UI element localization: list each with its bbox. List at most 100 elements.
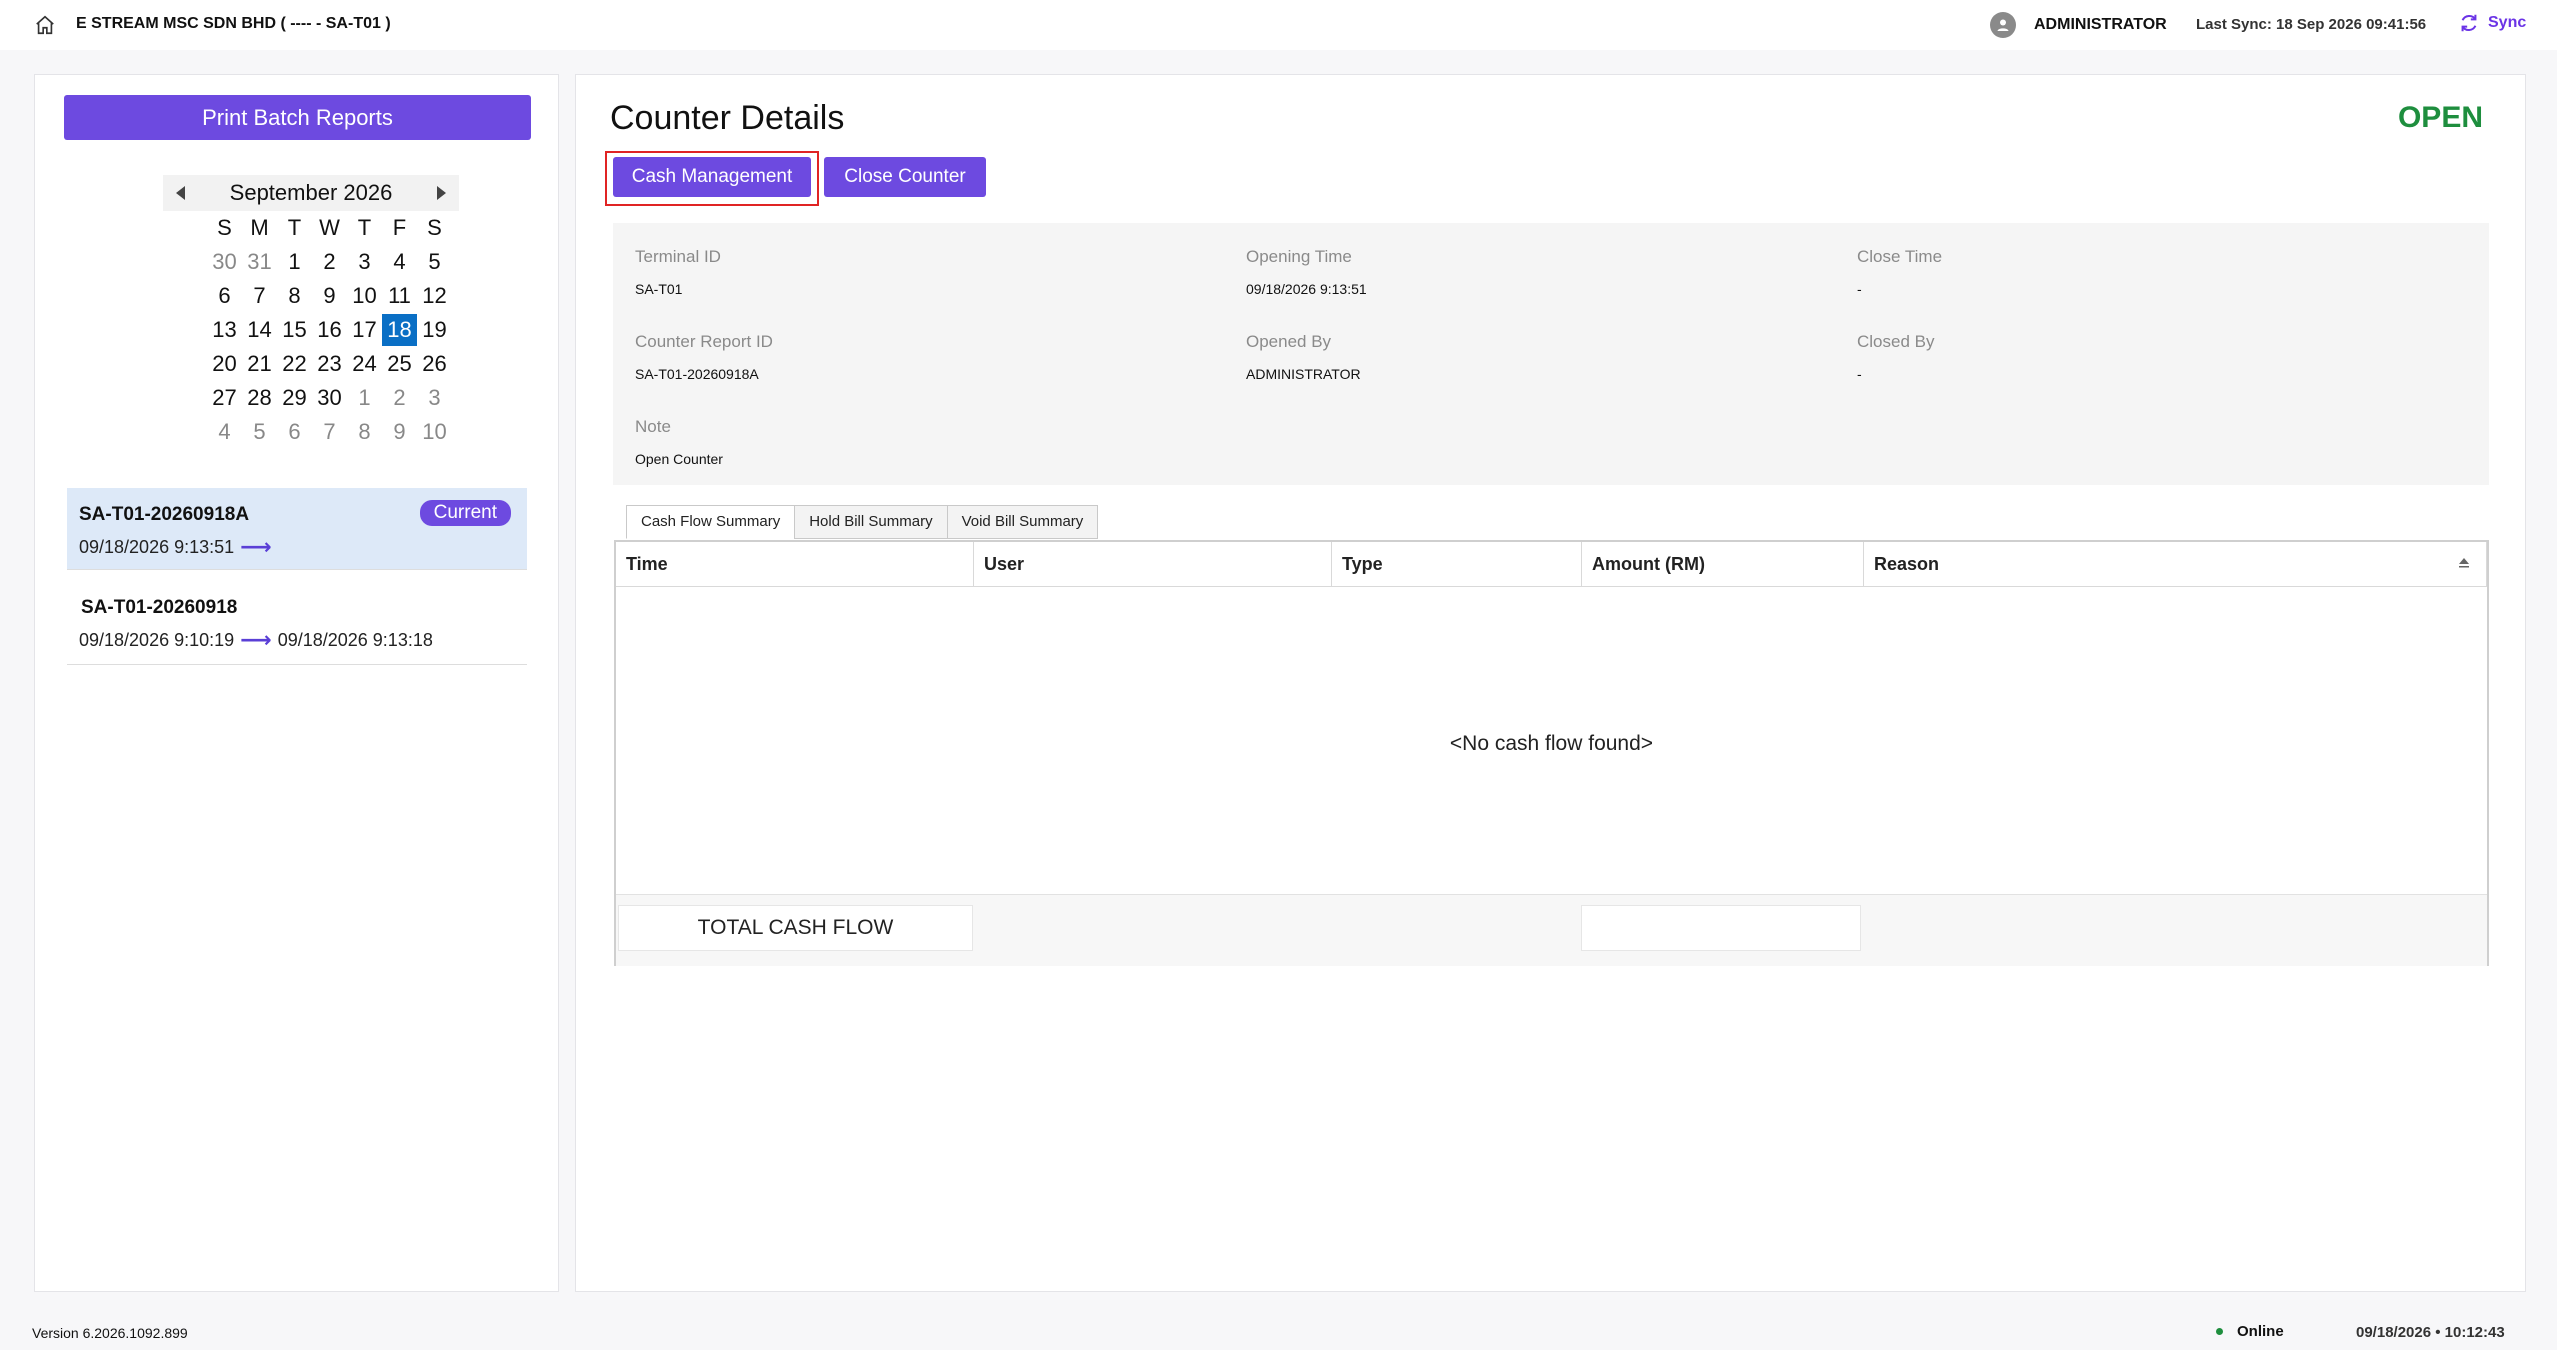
report-id: SA-T01-20260918A bbox=[79, 504, 250, 525]
current-badge: Current bbox=[419, 500, 511, 526]
calendar-day[interactable]: 6 bbox=[277, 416, 312, 448]
counter-report-id-field: Counter Report ID SA-T01-20260918A bbox=[635, 332, 773, 382]
clock-text: 09/18/2026 • 10:12:43 bbox=[2356, 1324, 2505, 1341]
calendar-day[interactable]: 1 bbox=[347, 382, 382, 414]
calendar-day[interactable]: 4 bbox=[207, 416, 242, 448]
calendar-weekday: S bbox=[217, 215, 232, 240]
calendar-weekday: W bbox=[319, 215, 340, 240]
user-name: ADMINISTRATOR bbox=[2034, 16, 2167, 33]
close-counter-button[interactable]: Close Counter bbox=[824, 157, 986, 197]
calendar-day[interactable]: 27 bbox=[207, 382, 242, 414]
report-start-time: 09/18/2026 9:13:51 bbox=[79, 536, 235, 557]
calendar-day[interactable]: 31 bbox=[242, 246, 277, 278]
calendar-day[interactable]: 11 bbox=[382, 280, 417, 312]
tab-hold-bill-summary[interactable]: Hold Bill Summary bbox=[794, 505, 948, 539]
calendar-day[interactable]: 8 bbox=[277, 280, 312, 312]
calendar-day[interactable]: 8 bbox=[347, 416, 382, 448]
report-item-current[interactable]: SA-T01-20260918A Current 09/18/2026 9:13… bbox=[67, 488, 527, 570]
calendar-day[interactable]: 4 bbox=[382, 246, 417, 278]
counter-report-id-label: Counter Report ID bbox=[635, 332, 773, 351]
calendar-day[interactable]: 9 bbox=[312, 280, 347, 312]
counter-info-box: Terminal ID SA-T01 Opening Time 09/18/20… bbox=[613, 223, 2489, 485]
connection-label: Online bbox=[2237, 1323, 2284, 1340]
cash-management-button[interactable]: Cash Management bbox=[613, 157, 811, 197]
report-time-range: 09/18/2026 9:13:51 ⟶ bbox=[79, 534, 272, 560]
opening-time-label: Opening Time bbox=[1246, 247, 1352, 266]
calendar-day[interactable]: 2 bbox=[382, 382, 417, 414]
calendar-week-row: 30 31 1 2 3 4 5 bbox=[207, 245, 479, 279]
calendar-day[interactable]: 6 bbox=[207, 280, 242, 312]
report-item[interactable]: SA-T01-20260918 09/18/2026 9:10:19 ⟶ 09/… bbox=[67, 577, 527, 665]
calendar-month-title[interactable]: September 2026 bbox=[230, 180, 393, 206]
calendar-day[interactable]: 25 bbox=[382, 348, 417, 380]
calendar-day[interactable]: 17 bbox=[347, 314, 382, 346]
calendar-header: September 2026 bbox=[163, 175, 459, 211]
close-time-field: Close Time - bbox=[1857, 247, 1942, 297]
column-header-amount[interactable]: Amount (RM) bbox=[1582, 542, 1864, 587]
note-field: Note Open Counter bbox=[635, 417, 723, 467]
calendar-next-icon[interactable] bbox=[431, 183, 451, 203]
cash-flow-grid: Time User Type Amount (RM) Reason <No ca… bbox=[614, 540, 2489, 966]
version-text: Version 6.2026.1092.899 bbox=[32, 1325, 188, 1341]
calendar-day[interactable]: 28 bbox=[242, 382, 277, 414]
sync-icon bbox=[2461, 14, 2477, 32]
grid-footer: TOTAL CASH FLOW bbox=[616, 894, 2487, 966]
online-dot-icon bbox=[2216, 1328, 2223, 1335]
calendar: September 2026 S M T W T F S 30 31 1 2 3 4 5 6 7 8 9 10 11 1… bbox=[149, 175, 479, 449]
calendar-day[interactable]: 5 bbox=[417, 246, 452, 278]
calendar-day[interactable]: 22 bbox=[277, 348, 312, 380]
calendar-day[interactable]: 12 bbox=[417, 280, 452, 312]
calendar-day[interactable]: 5 bbox=[242, 416, 277, 448]
user-avatar-icon bbox=[1990, 12, 2016, 38]
sync-button[interactable]: Sync bbox=[2458, 12, 2526, 34]
closed-by-field: Closed By - bbox=[1857, 332, 1934, 382]
calendar-day[interactable]: 7 bbox=[242, 280, 277, 312]
sort-icon[interactable] bbox=[2457, 556, 2471, 570]
close-time-value: - bbox=[1857, 281, 1862, 297]
summary-tabs: Cash Flow Summary Hold Bill Summary Void… bbox=[626, 505, 1099, 539]
calendar-day[interactable]: 14 bbox=[242, 314, 277, 346]
column-header-user[interactable]: User bbox=[974, 542, 1332, 587]
calendar-day[interactable]: 1 bbox=[277, 246, 312, 278]
home-icon[interactable] bbox=[34, 14, 56, 36]
tab-cash-flow-summary[interactable]: Cash Flow Summary bbox=[626, 505, 796, 539]
calendar-day[interactable]: 10 bbox=[347, 280, 382, 312]
arrow-right-icon: ⟶ bbox=[240, 627, 272, 652]
calendar-day[interactable]: 26 bbox=[417, 348, 452, 380]
calendar-day[interactable]: 9 bbox=[382, 416, 417, 448]
calendar-day[interactable]: 16 bbox=[312, 314, 347, 346]
calendar-day[interactable]: 7 bbox=[312, 416, 347, 448]
calendar-day[interactable]: 3 bbox=[347, 246, 382, 278]
calendar-day[interactable]: 30 bbox=[312, 382, 347, 414]
closed-by-value: - bbox=[1857, 366, 1862, 382]
calendar-day-selected[interactable]: 18 bbox=[382, 314, 417, 346]
column-header-type[interactable]: Type bbox=[1332, 542, 1582, 587]
opened-by-label: Opened By bbox=[1246, 332, 1332, 351]
calendar-prev-icon[interactable] bbox=[171, 183, 191, 203]
column-header-reason[interactable]: Reason bbox=[1864, 542, 2487, 587]
calendar-day[interactable]: 21 bbox=[242, 348, 277, 380]
calendar-day[interactable]: 24 bbox=[347, 348, 382, 380]
calendar-day[interactable]: 13 bbox=[207, 314, 242, 346]
calendar-weekday: T bbox=[287, 215, 302, 240]
last-sync-text: Last Sync: 18 Sep 2026 09:41:56 bbox=[2196, 16, 2427, 33]
column-header-time[interactable]: Time bbox=[616, 542, 974, 587]
report-start-time: 09/18/2026 9:10:19 bbox=[79, 629, 235, 650]
calendar-day[interactable]: 29 bbox=[277, 382, 312, 414]
calendar-day[interactable]: 10 bbox=[417, 416, 452, 448]
opening-time-field: Opening Time 09/18/2026 9:13:51 bbox=[1246, 247, 1367, 297]
calendar-day[interactable]: 23 bbox=[312, 348, 347, 380]
tab-void-bill-summary[interactable]: Void Bill Summary bbox=[946, 505, 1099, 539]
report-id: SA-T01-20260918 bbox=[81, 597, 238, 618]
calendar-grid: S M T W T F S 30 31 1 2 3 4 5 6 7 8 9 10 11 12 13 14 15 16 17 18 19… bbox=[207, 211, 479, 449]
print-batch-reports-button[interactable]: Print Batch Reports bbox=[64, 95, 531, 140]
calendar-day[interactable]: 3 bbox=[417, 382, 452, 414]
calendar-day[interactable]: 15 bbox=[277, 314, 312, 346]
calendar-day[interactable]: 30 bbox=[207, 246, 242, 278]
calendar-day[interactable]: 20 bbox=[207, 348, 242, 380]
calendar-day[interactable]: 19 bbox=[417, 314, 452, 346]
top-bar: E STREAM MSC SDN BHD ( ---- - SA-T01 ) A… bbox=[0, 0, 2557, 50]
calendar-weekday: S bbox=[427, 215, 442, 240]
left-panel: Print Batch Reports September 2026 SMTWT… bbox=[34, 74, 559, 1292]
calendar-day[interactable]: 2 bbox=[312, 246, 347, 278]
